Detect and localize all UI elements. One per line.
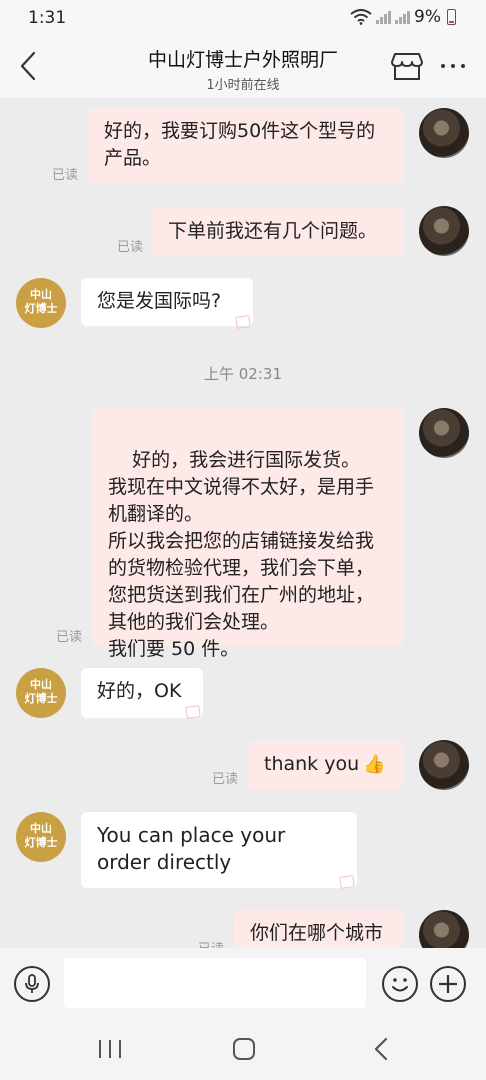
recent-apps-button[interactable] [99, 1040, 121, 1060]
shop-avatar-line1: 中山 [30, 678, 52, 691]
message-bubble-incoming[interactable]: You can place your order directly [81, 812, 357, 888]
message-bubble-outgoing[interactable]: 下单前我还有几个问题。 [152, 208, 404, 256]
store-button[interactable] [390, 50, 424, 82]
watermark-icon [185, 705, 201, 719]
user-avatar[interactable] [419, 740, 469, 790]
message-text: You can place your order directly [97, 823, 286, 874]
watermark-icon [339, 875, 355, 889]
message-bubble-incoming[interactable]: 您是发国际吗? [81, 278, 253, 326]
emoji-button[interactable] [382, 966, 418, 1002]
status-bar: 1:31 9% [0, 0, 486, 38]
message-text: 好的，OK [97, 680, 182, 702]
nav-back-icon[interactable] [370, 1036, 394, 1062]
message-timestamp: 上午 02:31 [204, 365, 282, 383]
watermark-icon [235, 315, 251, 329]
message-bubble-outgoing[interactable]: 好的，我要订购50件这个型号的产品。 [88, 108, 404, 184]
message-text: 好的，我会进行国际发货。 我现在中文说得不太好，是用手机翻译的。 所以我会把您的… [108, 449, 375, 660]
chat-header: 中山灯博士户外照明厂 1小时前在线 [0, 38, 486, 98]
message-bubble-outgoing[interactable]: 你们在哪个城市 [234, 910, 404, 948]
message-text: 下单前我还有几个问题。 [168, 220, 378, 242]
read-receipt: 已读 [198, 938, 224, 948]
shop-avatar[interactable]: 中山 灯博士 [16, 278, 66, 328]
home-button[interactable] [233, 1038, 255, 1060]
shop-avatar-line1: 中山 [30, 822, 52, 835]
read-receipt: 已读 [56, 630, 83, 645]
battery-percent: 9% [414, 7, 441, 27]
chat-list[interactable]: 已读 好的，我要订购50件这个型号的产品。 已读 下单前我还有几个问题。 中山 … [0, 98, 486, 948]
signal-icon-2 [395, 10, 411, 24]
shop-avatar[interactable]: 中山 灯博士 [16, 812, 66, 862]
message-bubble-incoming[interactable]: 好的，OK [81, 668, 203, 718]
thumbs-up-icon: 👍 [363, 754, 386, 775]
user-avatar[interactable] [419, 408, 469, 458]
message-input-bar [0, 948, 486, 1020]
message-text: thank you [264, 753, 360, 775]
emoji-icon [392, 978, 408, 992]
battery-icon [447, 9, 456, 25]
add-attachment-button[interactable] [430, 966, 466, 1002]
message-bubble-outgoing[interactable]: thank you 👍 [248, 741, 404, 789]
plus-icon [439, 975, 457, 993]
message-text: 你们在哪个城市 [250, 922, 384, 944]
store-icon [391, 53, 423, 80]
message-input[interactable] [64, 958, 366, 1008]
wifi-icon [350, 9, 372, 25]
user-avatar[interactable] [419, 108, 469, 158]
more-button[interactable] [436, 54, 470, 78]
message-bubble-outgoing[interactable]: 好的，我会进行国际发货。 我现在中文说得不太好，是用手机翻译的。 所以我会把您的… [92, 408, 404, 660]
read-receipt: 已读 [52, 168, 79, 183]
read-receipt: 已读 [117, 240, 144, 255]
system-nav-bar [0, 1020, 486, 1080]
shop-avatar[interactable]: 中山 灯博士 [16, 668, 66, 718]
signal-icon [376, 10, 392, 24]
voice-button[interactable] [14, 966, 50, 1002]
status-time: 1:31 [28, 8, 67, 28]
shop-avatar-line2: 灯博士 [24, 302, 58, 315]
message-text: 您是发国际吗? [97, 290, 222, 312]
status-indicators: 9% [350, 7, 456, 27]
read-receipt: 已读 [212, 772, 239, 787]
shop-avatar-line2: 灯博士 [24, 692, 58, 705]
user-avatar[interactable] [419, 910, 469, 948]
message-text: 好的，我要订购50件这个型号的产品。 [104, 120, 376, 169]
mic-icon [25, 974, 39, 993]
more-icon [441, 64, 465, 68]
shop-avatar-line2: 灯博士 [24, 836, 58, 849]
user-avatar[interactable] [419, 206, 469, 256]
shop-avatar-line1: 中山 [30, 288, 52, 301]
